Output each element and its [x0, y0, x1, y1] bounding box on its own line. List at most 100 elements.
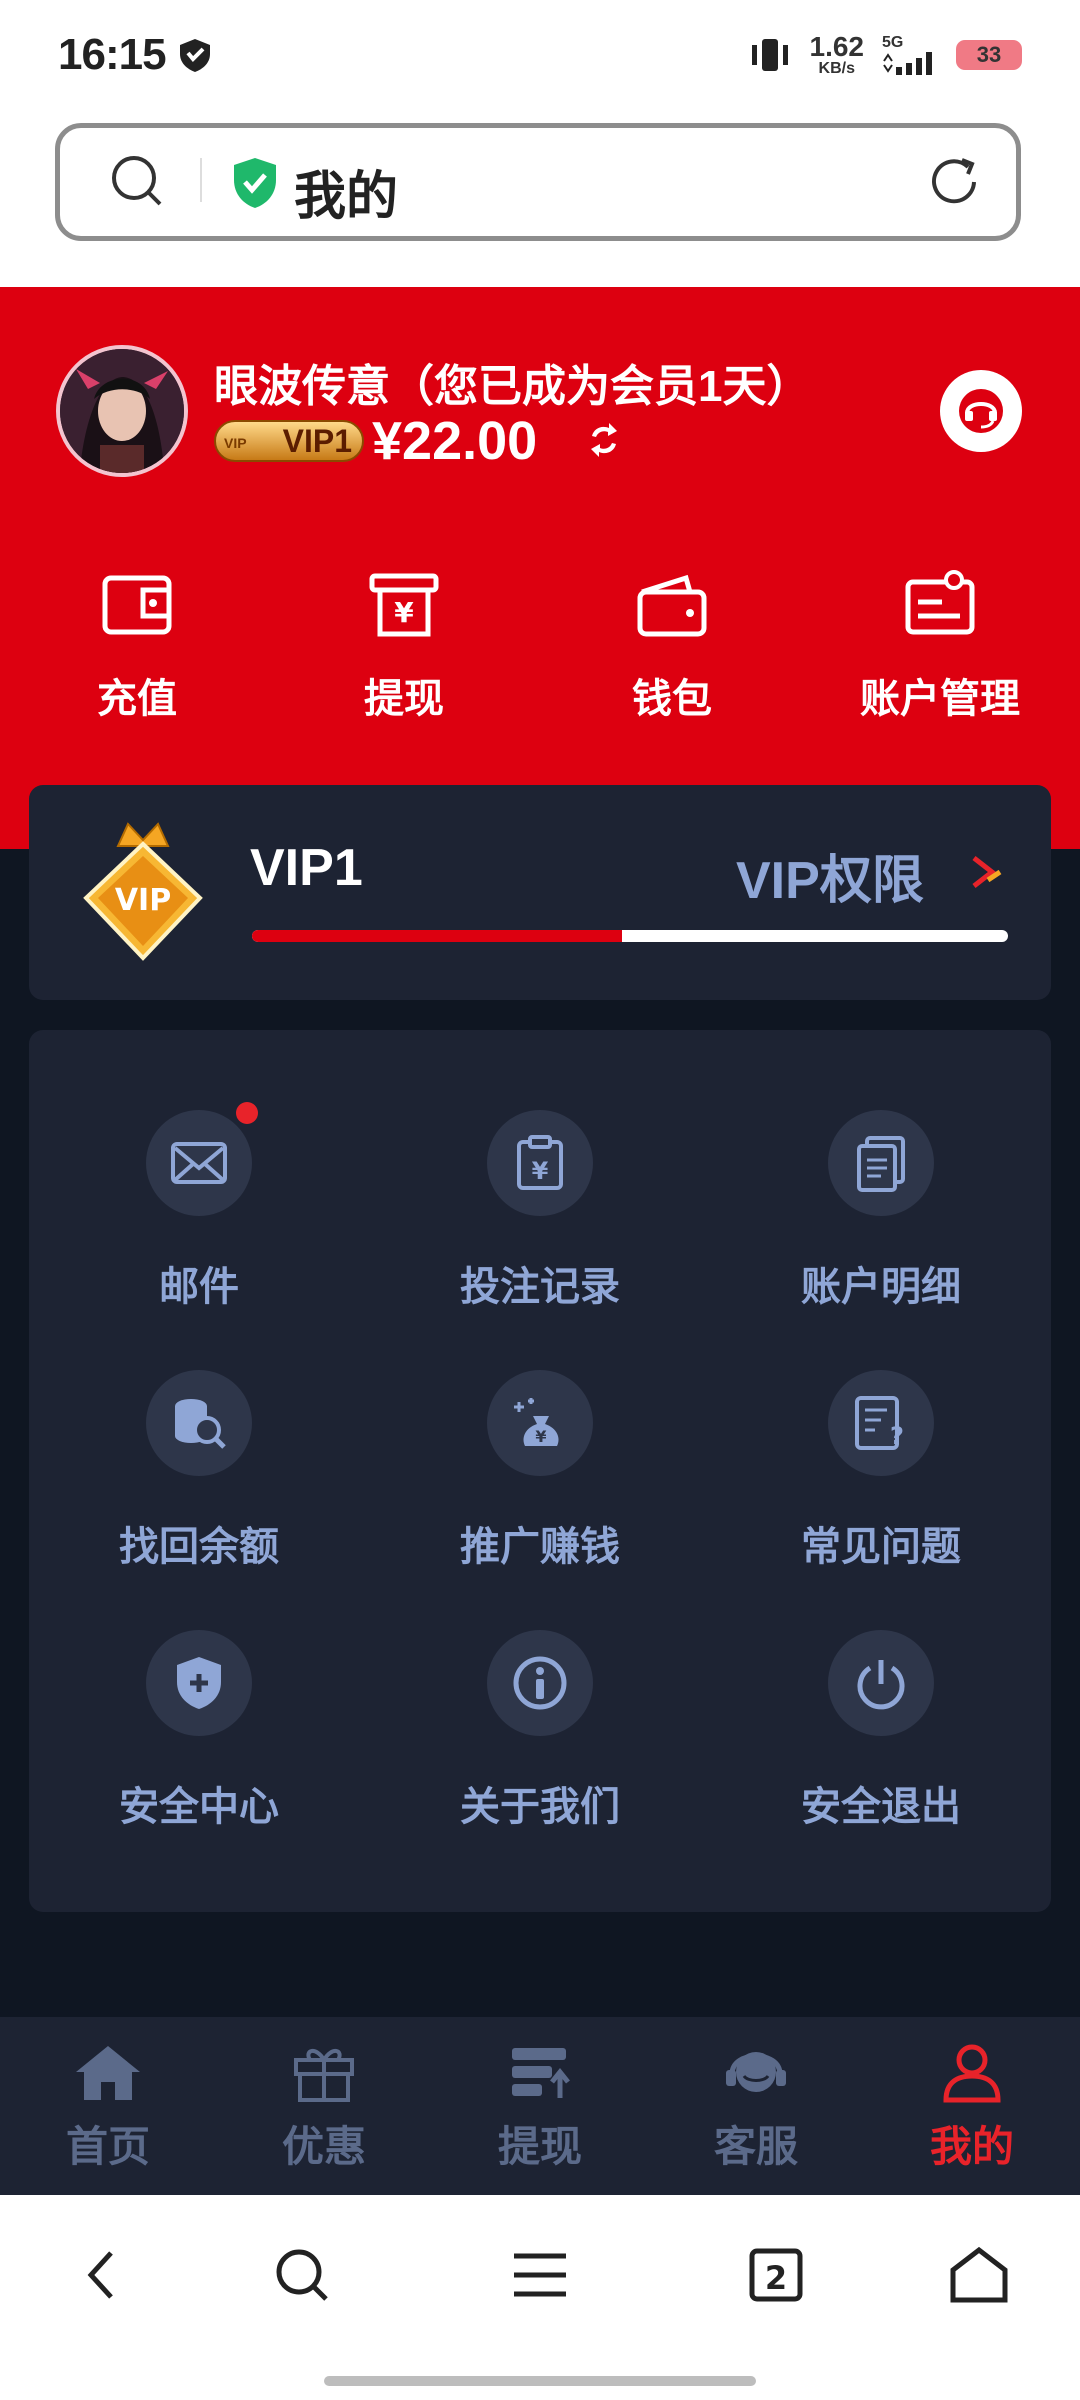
svg-text:VIP: VIP	[115, 883, 171, 918]
balance-amount: ¥22.00	[372, 411, 538, 471]
recover-balance-icon	[175, 1399, 226, 1449]
wallet-icon	[637, 574, 707, 637]
vip-level-badge: VIP VIP1	[214, 420, 364, 462]
address-divider	[200, 158, 202, 202]
tab-home[interactable]: 首页	[33, 2040, 183, 2174]
network-speed: 1.62 KB/s	[809, 31, 865, 77]
logout-icon	[857, 1660, 905, 1710]
mail-icon	[171, 1142, 227, 1184]
vip-badge-small-text: VIP	[224, 435, 247, 451]
menu-item-mail[interactable]: 邮件	[29, 1102, 369, 1312]
browser-bar: 我的	[0, 115, 1080, 287]
hamburger-icon	[514, 2253, 566, 2297]
menu-label: 常见问题	[801, 1525, 961, 1569]
withdraw-icon: ¥	[369, 573, 439, 637]
search-icon	[276, 2249, 328, 2301]
unread-badge	[236, 1102, 258, 1124]
tab-label: 客服	[713, 2123, 798, 2170]
status-time: 16:15	[58, 30, 167, 79]
vip-level-label: VIP1	[250, 839, 363, 897]
quick-action-label: 提现	[364, 677, 444, 721]
back-button[interactable]	[66, 2240, 136, 2310]
about-icon	[513, 1656, 567, 1710]
menu-item-recover-balance[interactable]: 找回余额	[29, 1370, 369, 1572]
tab-label: 优惠	[281, 2123, 366, 2170]
home-button[interactable]	[944, 2240, 1014, 2310]
address-bar[interactable]: 我的	[55, 123, 1021, 241]
vip-diamond-icon: VIP	[83, 822, 203, 961]
menu-label: 安全退出	[801, 1785, 961, 1829]
menu-label: 关于我们	[460, 1785, 620, 1829]
customer-service-button[interactable]	[940, 370, 1022, 452]
avatar[interactable]	[56, 345, 188, 477]
menu-item-bet-record[interactable]: ¥ 投注记录	[370, 1110, 710, 1312]
secure-shield-icon	[234, 158, 276, 208]
tab-label: 首页	[65, 2123, 150, 2170]
quick-action-account-management[interactable]: 账户管理	[840, 570, 1040, 724]
quick-action-label: 充值	[97, 677, 177, 721]
chevron-left-icon	[87, 2251, 113, 2299]
battery-icon: 33	[956, 40, 1022, 70]
svg-text:¥: ¥	[532, 1157, 549, 1185]
tab-mine[interactable]: 我的	[897, 2040, 1047, 2174]
vibrate-icon	[751, 39, 788, 71]
quick-action-label: 账户管理	[860, 677, 1020, 721]
menu-label: 投注记录	[460, 1265, 620, 1309]
menu-label: 找回余额	[119, 1525, 279, 1569]
quick-action-recharge[interactable]: 充值	[37, 570, 237, 724]
home-icon	[76, 2046, 140, 2100]
menu-item-security-center[interactable]: 安全中心	[29, 1630, 369, 1832]
search-button[interactable]	[267, 2240, 337, 2310]
menu-item-logout[interactable]: 安全退出	[711, 1630, 1051, 1832]
menu-item-account-detail[interactable]: 账户明细	[711, 1110, 1051, 1312]
tab-promotions[interactable]: 优惠	[249, 2040, 399, 2174]
menu-item-promote[interactable]: ¥ 推广赚钱	[370, 1370, 710, 1572]
tab-support[interactable]: 客服	[681, 2040, 831, 2174]
home-indicator[interactable]	[324, 2376, 756, 2386]
bet-record-icon: ¥	[517, 1135, 563, 1190]
account-detail-icon	[857, 1136, 905, 1192]
svg-text:¥: ¥	[394, 596, 414, 629]
menu-label: 邮件	[159, 1265, 239, 1309]
support-icon	[726, 2052, 786, 2092]
reload-icon[interactable]	[926, 152, 986, 212]
vip-permissions-link[interactable]: VIP权限	[736, 838, 924, 913]
recharge-icon	[102, 575, 172, 635]
menu-item-about[interactable]: 关于我们	[370, 1630, 710, 1832]
menu-label: 账户明细	[801, 1265, 961, 1309]
quick-action-withdraw[interactable]: ¥ 提现	[304, 570, 504, 724]
signal-indicator: 5G	[882, 35, 938, 75]
user-icon	[943, 2044, 1001, 2103]
username: 眼波传意（您已成为会员1天）	[214, 362, 811, 411]
vip-badge-text: VIP1	[282, 423, 352, 459]
refresh-balance-icon[interactable]	[582, 418, 626, 462]
status-indicators: 1.62 KB/s 5G 33	[748, 30, 1022, 80]
vip-progress-bar	[252, 930, 1008, 942]
gift-icon	[294, 2049, 354, 2102]
tab-label: 我的	[929, 2123, 1014, 2170]
menu-button[interactable]	[505, 2240, 575, 2310]
promote-icon: ¥	[514, 1398, 559, 1446]
svg-text:2: 2	[765, 2259, 787, 2297]
chevron-right-icon[interactable]	[970, 852, 1006, 892]
signal-bars-icon	[883, 52, 932, 75]
svg-text:?: ?	[890, 1422, 904, 1450]
menu-label: 推广赚钱	[460, 1525, 620, 1569]
menu-item-faq[interactable]: ? 常见问题	[711, 1370, 1051, 1572]
shield-heart-icon	[180, 39, 210, 72]
account-manage-icon	[905, 570, 975, 635]
faq-icon: ?	[855, 1396, 904, 1450]
withdraw-tab-icon	[512, 2048, 570, 2098]
quick-action-label: 钱包	[632, 677, 712, 721]
svg-text:¥: ¥	[535, 1427, 546, 1446]
search-icon[interactable]	[108, 152, 168, 212]
tab-count-icon: 2	[749, 2248, 803, 2302]
tab-label: 提现	[497, 2123, 582, 2170]
quick-action-wallet[interactable]: 钱包	[572, 570, 772, 724]
home-outline-icon	[950, 2246, 1008, 2303]
tab-withdraw[interactable]: 提现	[465, 2040, 615, 2174]
page-title: 我的	[294, 168, 399, 226]
menu-label: 安全中心	[119, 1785, 279, 1829]
tabs-button[interactable]: 2	[741, 2240, 811, 2310]
security-icon	[177, 1657, 221, 1709]
